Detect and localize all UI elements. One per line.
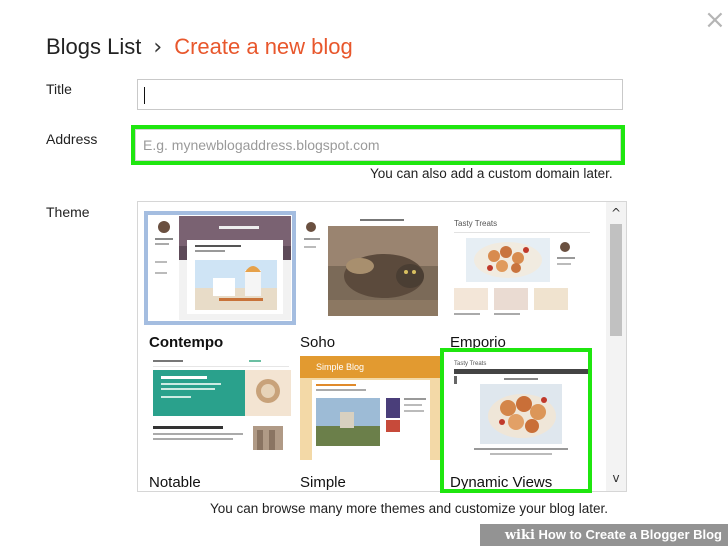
watermark-brand: wiki xyxy=(504,528,535,543)
simple-preview-image: Simple Blog xyxy=(300,356,442,460)
theme-tile-emporio[interactable]: Tasty Treats Emporio xyxy=(450,216,592,351)
theme-label: Theme xyxy=(46,204,90,220)
theme-tile-contempo[interactable]: Contempo xyxy=(144,211,296,351)
theme-name-contempo: Contempo xyxy=(149,334,224,351)
theme-thumbnail-contempo xyxy=(149,216,291,320)
svg-text:Tasty Treats: Tasty Treats xyxy=(454,219,497,228)
title-input[interactable] xyxy=(137,79,623,110)
svg-text:Simple Blog: Simple Blog xyxy=(316,362,364,372)
breadcrumb: Blogs List › Create a new blog xyxy=(46,30,353,64)
soho-preview-image xyxy=(300,216,442,320)
theme-thumbnail-simple: Simple Blog xyxy=(300,356,442,460)
address-input[interactable]: E.g. mynewblogaddress.blogspot.com xyxy=(135,129,621,161)
theme-thumbnail-notable xyxy=(149,356,291,460)
scroll-up-icon[interactable]: ^ xyxy=(606,204,626,222)
text-caret xyxy=(144,87,145,104)
breadcrumb-separator-icon: › xyxy=(153,34,163,60)
theme-name-soho: Soho xyxy=(300,334,336,351)
close-icon[interactable]: × xyxy=(704,7,726,33)
themes-hint: You can browse many more themes and cust… xyxy=(210,501,608,516)
theme-tile-simple[interactable]: Simple Blog Simple xyxy=(300,356,442,491)
watermark-bar: wiki How to Create a Blogger Blog xyxy=(480,524,728,546)
theme-scrollbar[interactable]: ^ v xyxy=(606,202,626,491)
theme-tile-soho[interactable]: Soho xyxy=(300,216,442,351)
theme-thumbnail-emporio: Tasty Treats xyxy=(450,216,592,320)
theme-tile-notable[interactable]: Notable xyxy=(149,356,291,491)
theme-thumbnail-soho xyxy=(300,216,442,320)
page-title: Create a new blog xyxy=(174,34,353,59)
dynamic-views-highlight-box xyxy=(440,348,592,493)
contempo-preview-image xyxy=(149,216,291,320)
scrollbar-thumb[interactable] xyxy=(610,224,622,336)
theme-name-notable: Notable xyxy=(149,474,201,491)
watermark-title: How to Create a Blogger Blog xyxy=(538,527,722,542)
address-label: Address xyxy=(46,131,98,147)
address-hint: You can also add a custom domain later. xyxy=(370,166,613,181)
title-label: Title xyxy=(46,81,72,97)
emporio-preview-image: Tasty Treats xyxy=(450,216,592,320)
theme-name-simple: Simple xyxy=(300,474,346,491)
breadcrumb-blogs-list[interactable]: Blogs List xyxy=(46,34,141,60)
notable-preview-image xyxy=(149,356,291,460)
scroll-down-icon[interactable]: v xyxy=(606,469,626,487)
watermark-text: wiki How to Create a Blogger Blog xyxy=(505,527,722,543)
